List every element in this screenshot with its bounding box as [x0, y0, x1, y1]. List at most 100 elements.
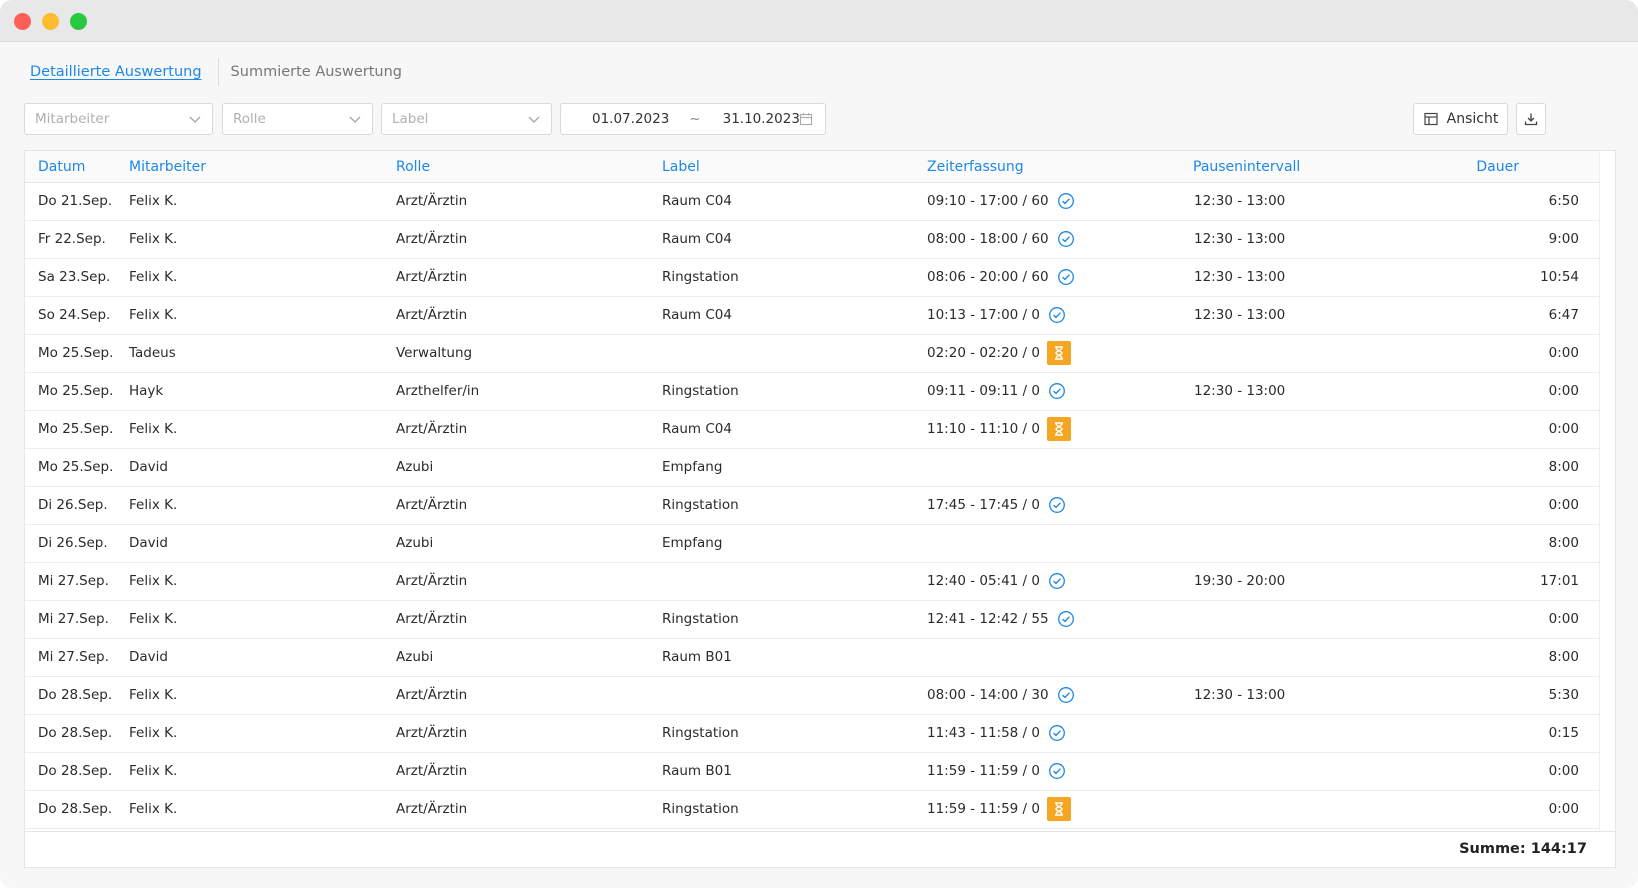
table-row[interactable]: Di 26.Sep. David Azubi Empfang 8:00: [25, 525, 1599, 563]
download-button[interactable]: [1516, 103, 1546, 135]
cell-date: Do 28.Sep.: [38, 725, 113, 741]
table-row[interactable]: Mi 27.Sep. Felix K. Arzt/Ärztin Ringstation…: [25, 601, 1599, 639]
label-select[interactable]: Label: [381, 103, 552, 135]
table-header: Datum Mitarbeiter Rolle Label Zeiterfass…: [25, 151, 1599, 183]
cell-role: Arzt/Ärztin: [396, 497, 468, 513]
cell-role: Arzthelfer/in: [396, 383, 480, 399]
cell-duration: 0:00: [1548, 611, 1579, 627]
cell-date: Mi 27.Sep.: [38, 649, 109, 665]
column-header-zeiterfassung[interactable]: Zeiterfassung: [927, 159, 1024, 175]
tab-detailed[interactable]: Detaillierte Auswertung: [30, 64, 202, 80]
cell-label: Empfang: [662, 535, 723, 551]
hourglass-icon[interactable]: [1046, 797, 1071, 821]
table-row[interactable]: Mo 25.Sep. Hayk Arzthelfer/in Ringstation 12…: [25, 373, 1599, 411]
date-range-picker[interactable]: 01.07.2023 ~ 31.10.2023: [560, 103, 826, 135]
time-tracking-value: 09:10 - 17:00 / 60: [927, 193, 1049, 209]
cell-role: Arzt/Ärztin: [396, 687, 468, 703]
view-button[interactable]: Ansicht: [1413, 103, 1508, 135]
cell-role: Arzt/Ärztin: [396, 801, 468, 817]
check-circle-icon[interactable]: [1048, 382, 1066, 400]
cell-date: Mo 25.Sep.: [38, 421, 114, 437]
table-row[interactable]: Mo 25.Sep. David Azubi Empfang 8:00: [25, 449, 1599, 487]
cell-label: Raum C04: [662, 421, 732, 437]
cell-time-tracking: 09:11 - 09:11 / 0: [927, 382, 1066, 400]
column-header-datum[interactable]: Datum: [38, 159, 85, 175]
column-header-pausenintervall[interactable]: Pausenintervall: [1193, 159, 1300, 175]
table-row[interactable]: So 24.Sep. Felix K. Arzt/Ärztin Raum C04 12:…: [25, 297, 1599, 335]
date-to[interactable]: 31.10.2023: [723, 111, 800, 127]
time-tracking-value: 11:59 - 11:59 / 0: [927, 801, 1040, 817]
check-circle-icon[interactable]: [1057, 686, 1075, 704]
cell-date: Di 26.Sep.: [38, 497, 108, 513]
cell-duration: 9:00: [1548, 231, 1579, 247]
cell-pause: 12:30 - 13:00: [1194, 269, 1286, 285]
cell-role: Azubi: [396, 459, 434, 475]
chevron-down-icon: [528, 116, 540, 123]
cell-label: Ringstation: [662, 497, 739, 513]
column-header-label[interactable]: Label: [662, 159, 700, 175]
layout-icon: [1424, 112, 1438, 126]
check-circle-icon[interactable]: [1048, 572, 1066, 590]
hourglass-icon[interactable]: [1046, 341, 1071, 365]
time-tracking-value: 08:00 - 14:00 / 30: [927, 687, 1049, 703]
table-row[interactable]: Mo 25.Sep. Felix K. Arzt/Ärztin Raum C04 11:…: [25, 411, 1599, 449]
table-row[interactable]: Do 28.Sep. Felix K. Arzt/Ärztin Ringstation…: [25, 715, 1599, 753]
cell-duration: 0:00: [1548, 801, 1579, 817]
cell-duration: 5:30: [1548, 687, 1579, 703]
cell-role: Arzt/Ärztin: [396, 725, 468, 741]
cell-time-tracking: 11:43 - 11:58 / 0: [927, 724, 1066, 742]
title-bar: [0, 0, 1638, 42]
zoom-window-button[interactable]: [70, 13, 87, 30]
check-circle-icon[interactable]: [1057, 610, 1075, 628]
table-row[interactable]: Do 21.Sep. Felix K. Arzt/Ärztin Raum C04 12:…: [25, 183, 1599, 221]
cell-duration: 10:54: [1540, 269, 1579, 285]
vertical-scrollbar[interactable]: [1599, 151, 1615, 831]
date-from[interactable]: 01.07.2023: [592, 111, 669, 127]
table-row[interactable]: Do 28.Sep. Felix K. Arzt/Ärztin 12:30 - 13:…: [25, 677, 1599, 715]
table-row[interactable]: Mo 25.Sep. Tadeus Verwaltung 02:20 - 02:20 …: [25, 335, 1599, 373]
check-circle-icon[interactable]: [1057, 230, 1075, 248]
tab-summed[interactable]: Summierte Auswertung: [231, 64, 402, 80]
column-header-mitarbeiter[interactable]: Mitarbeiter: [129, 159, 206, 175]
employee-select[interactable]: Mitarbeiter: [24, 103, 213, 135]
cell-date: Do 28.Sep.: [38, 763, 113, 779]
check-circle-icon[interactable]: [1048, 762, 1066, 780]
time-tracking-value: 11:10 - 11:10 / 0: [927, 421, 1040, 437]
check-circle-icon[interactable]: [1057, 192, 1075, 210]
cell-date: Mi 27.Sep.: [38, 611, 109, 627]
cell-label: Ringstation: [662, 383, 739, 399]
table-row[interactable]: Do 28.Sep. Felix K. Arzt/Ärztin Ringstation…: [25, 791, 1599, 829]
table-row[interactable]: Sa 23.Sep. Felix K. Arzt/Ärztin Ringstation…: [25, 259, 1599, 297]
check-circle-icon[interactable]: [1048, 496, 1066, 514]
close-window-button[interactable]: [14, 13, 31, 30]
check-circle-icon[interactable]: [1057, 268, 1075, 286]
role-select-placeholder: Rolle: [233, 111, 266, 127]
report-tabs: Detaillierte Auswertung Summierte Auswer…: [30, 58, 402, 86]
hourglass-icon[interactable]: [1046, 417, 1071, 441]
check-circle-icon[interactable]: [1048, 724, 1066, 742]
table-row[interactable]: Mi 27.Sep. David Azubi Raum B01 8:00: [25, 639, 1599, 677]
cell-duration: 0:00: [1548, 383, 1579, 399]
cell-role: Arzt/Ärztin: [396, 421, 468, 437]
column-header-dauer[interactable]: Dauer: [1476, 159, 1519, 175]
cell-role: Arzt/Ärztin: [396, 193, 468, 209]
cell-date: Sa 23.Sep.: [38, 269, 111, 285]
cell-employee: Felix K.: [129, 421, 178, 437]
role-select[interactable]: Rolle: [222, 103, 373, 135]
table-row[interactable]: Di 26.Sep. Felix K. Arzt/Ärztin Ringstation…: [25, 487, 1599, 525]
check-circle-icon[interactable]: [1048, 306, 1066, 324]
cell-duration: 17:01: [1540, 573, 1579, 589]
chevron-down-icon: [189, 116, 201, 123]
cell-employee: Felix K.: [129, 725, 178, 741]
cell-employee: Felix K.: [129, 307, 178, 323]
minimize-window-button[interactable]: [42, 13, 59, 30]
table-row[interactable]: Do 28.Sep. Felix K. Arzt/Ärztin Raum B01 11:…: [25, 753, 1599, 791]
calendar-icon: [799, 113, 813, 126]
time-tracking-value: 11:59 - 11:59 / 0: [927, 763, 1040, 779]
cell-date: Mo 25.Sep.: [38, 459, 114, 475]
time-tracking-value: 17:45 - 17:45 / 0: [927, 497, 1040, 513]
cell-role: Arzt/Ärztin: [396, 573, 468, 589]
column-header-rolle[interactable]: Rolle: [396, 159, 430, 175]
table-row[interactable]: Mi 27.Sep. Felix K. Arzt/Ärztin 19:30 - 20:…: [25, 563, 1599, 601]
table-row[interactable]: Fr 22.Sep. Felix K. Arzt/Ärztin Raum C04 12:…: [25, 221, 1599, 259]
